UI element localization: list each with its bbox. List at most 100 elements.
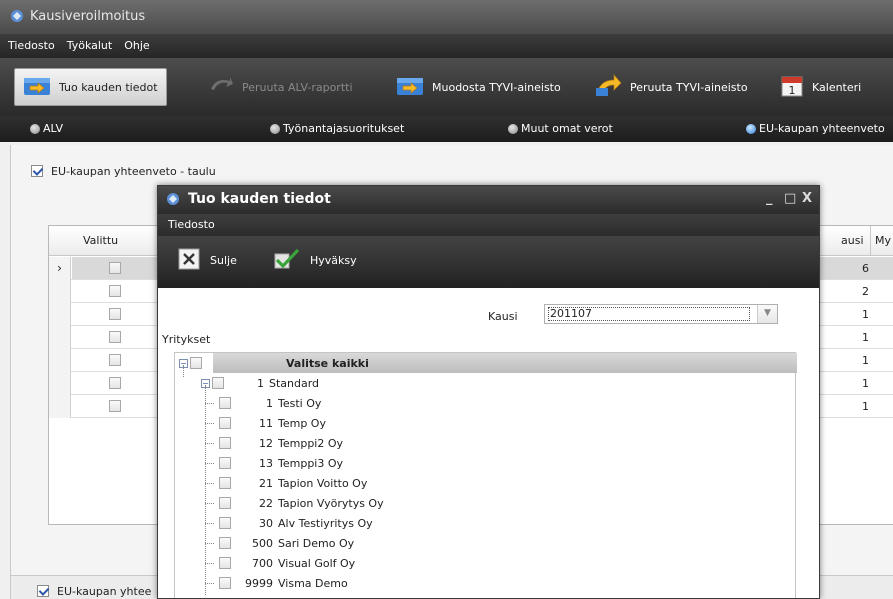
peruuta-tyvi-button[interactable]: Peruuta TYVI-aineisto	[586, 68, 756, 106]
menu-ohje[interactable]: Ohje	[118, 34, 155, 52]
row-valittu-checkbox[interactable]	[109, 400, 121, 412]
row-valittu-checkbox[interactable]	[109, 331, 121, 343]
row-header[interactable]	[49, 303, 71, 326]
dialog-body: Kausi 201107 ▼ Yritykset − Valitse kaikk…	[158, 288, 819, 598]
row-header[interactable]	[49, 326, 71, 349]
tree-company-node[interactable]: 12 Temppi2 Oy	[219, 433, 343, 453]
kausi-combobox[interactable]: 201107 ▼	[544, 304, 778, 324]
menu-tyokalut[interactable]: Työkalut	[61, 34, 119, 52]
kalenteri-button[interactable]: 1 Kalenteri	[772, 68, 869, 106]
radio-tyonantajasuoritukset[interactable]: Työnantajasuoritukset	[270, 122, 404, 135]
company-checkbox[interactable]	[219, 437, 231, 449]
row-kausi-value: 1	[862, 331, 869, 344]
tree-group-node[interactable]: − 1 Standard	[201, 373, 319, 393]
dialog-titlebar: Tuo kauden tiedot _ □ X	[158, 186, 819, 214]
minimize-icon[interactable]: _	[766, 191, 773, 206]
company-name: Tapion Vyörytys Oy	[278, 496, 384, 510]
hyvaksy-label: Hyväksy	[310, 254, 357, 267]
col-valittu[interactable]: Valittu	[83, 234, 118, 247]
kausi-value[interactable]: 201107	[548, 307, 750, 321]
hyvaksy-button[interactable]: Hyväksy	[274, 248, 357, 273]
eu-bottom-group-header[interactable]: EU-kaupan yhtee	[17, 579, 151, 599]
tree-company-node[interactable]: 13 Temppi3 Oy	[219, 453, 343, 473]
dialog-menubar: Tiedosto	[158, 214, 819, 236]
row-header[interactable]	[49, 349, 71, 372]
sulje-button[interactable]: Sulje	[178, 248, 237, 273]
maximize-icon[interactable]: □	[784, 191, 796, 206]
row-valittu-checkbox[interactable]	[109, 354, 121, 366]
row-kausi-value: 6	[862, 262, 869, 275]
row-valittu-checkbox[interactable]	[109, 262, 121, 274]
sulje-label: Sulje	[210, 254, 237, 267]
eu-bottom-checkbox[interactable]	[37, 585, 49, 597]
eu-taulu-checkbox[interactable]	[31, 165, 43, 177]
company-checkbox[interactable]	[219, 497, 231, 509]
radio-dot	[270, 123, 280, 134]
muodosta-tyvi-button[interactable]: Muodosta TYVI-aineisto	[388, 68, 569, 106]
select-all-checkbox[interactable]	[190, 357, 202, 369]
group-code: 1	[257, 376, 264, 390]
row-header[interactable]	[49, 372, 71, 395]
close-box-icon	[178, 248, 200, 273]
tree-company-node[interactable]: 500 Sari Demo Oy	[219, 533, 354, 553]
company-name: Temppi2 Oy	[278, 436, 344, 450]
tree-company-node[interactable]: 11 Temp Oy	[219, 413, 326, 433]
company-checkbox[interactable]	[219, 417, 231, 429]
company-checkbox[interactable]	[219, 577, 231, 589]
undo-report-icon	[208, 75, 234, 100]
radio-alv[interactable]: ALV	[30, 122, 63, 135]
company-code: 12	[259, 436, 273, 450]
dialog-title: Tuo kauden tiedot	[188, 191, 331, 207]
radio-alv-label: ALV	[43, 122, 63, 135]
app-icon	[10, 9, 24, 26]
col-kausi[interactable]: ausi	[841, 234, 864, 247]
menu-tiedosto[interactable]: Tiedosto	[0, 34, 61, 52]
import-folder-icon	[23, 75, 51, 100]
tree-company-node[interactable]: 700 Visual Golf Oy	[219, 553, 355, 573]
tree-company-node[interactable]: 9999 Visma Demo	[219, 573, 348, 593]
company-checkbox[interactable]	[219, 397, 231, 409]
row-header[interactable]	[49, 395, 71, 418]
company-name: Visual Golf Oy	[278, 556, 356, 570]
company-code: 9999	[245, 576, 273, 590]
tree-company-node[interactable]: 21 Tapion Voitto Oy	[219, 473, 367, 493]
row-header[interactable]: ›	[49, 257, 71, 280]
radio-dot	[30, 123, 40, 134]
tuo-kauden-tiedot-button[interactable]: Tuo kauden tiedot	[14, 68, 167, 106]
undo-arrow-icon	[594, 73, 622, 101]
row-valittu-checkbox[interactable]	[109, 377, 121, 389]
row-valittu-checkbox[interactable]	[109, 285, 121, 297]
radio-muut-label: Muut omat verot	[521, 122, 613, 135]
eu-taulu-group-header[interactable]: EU-kaupan yhteenveto - taulu	[17, 159, 216, 183]
chevron-down-icon[interactable]: ▼	[757, 305, 777, 323]
company-checkbox[interactable]	[219, 477, 231, 489]
row-valittu-checkbox[interactable]	[109, 308, 121, 320]
yritykset-label: Yritykset	[162, 333, 211, 346]
dialog-menu-tiedosto[interactable]: Tiedosto	[168, 218, 215, 231]
company-name: Tapion Voitto Oy	[278, 476, 368, 490]
company-checkbox[interactable]	[219, 457, 231, 469]
tuo-kauden-tiedot-dialog: Tuo kauden tiedot _ □ X Tiedosto Sulje H…	[157, 185, 820, 599]
close-icon[interactable]: X	[802, 191, 812, 206]
row-header[interactable]	[49, 280, 71, 303]
tuo-label: Tuo kauden tiedot	[59, 80, 158, 94]
tree-root-node[interactable]: − Valitse kaikki	[179, 353, 369, 373]
row-kausi-value: 1	[862, 377, 869, 390]
row-kausi-value: 1	[862, 354, 869, 367]
tree-company-node[interactable]: 22 Tapion Vyörytys Oy	[219, 493, 384, 513]
company-code: 13	[259, 456, 273, 470]
company-checkbox[interactable]	[219, 517, 231, 529]
radio-muut-omat-verot[interactable]: Muut omat verot	[508, 122, 613, 135]
peruuta-alv-button[interactable]: Peruuta ALV-raportti	[200, 68, 361, 106]
company-checkbox[interactable]	[219, 537, 231, 549]
company-code: 30	[259, 516, 273, 530]
calendar-icon-number: 1	[789, 84, 796, 97]
company-checkbox[interactable]	[219, 557, 231, 569]
calendar-icon: 1	[780, 74, 804, 101]
radio-eu-kaupan-yhteenveto[interactable]: EU-kaupan yhteenveto	[746, 122, 885, 135]
company-name: Temppi3 Oy	[278, 456, 344, 470]
group-checkbox[interactable]	[212, 377, 224, 389]
col-my[interactable]: My	[875, 234, 891, 247]
tree-company-node[interactable]: 30 Alv Testiyritys Oy	[219, 513, 373, 533]
tree-company-node[interactable]: 1 Testi Oy	[219, 393, 321, 413]
